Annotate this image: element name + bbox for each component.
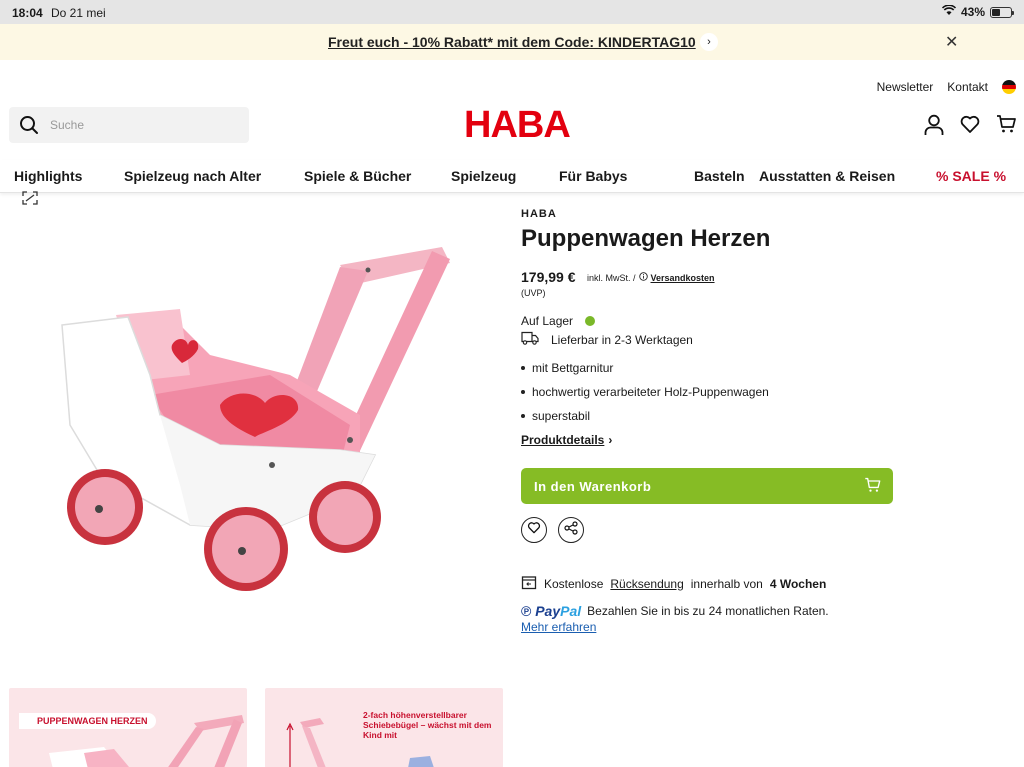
shipping-costs-link[interactable]: Versandkosten bbox=[651, 273, 715, 283]
product-price: 179,99 € bbox=[521, 269, 576, 285]
contact-link[interactable]: Kontakt bbox=[947, 80, 988, 94]
add-to-wishlist-button[interactable] bbox=[521, 517, 547, 543]
chevron-right-icon[interactable]: › bbox=[700, 33, 718, 51]
wifi-icon bbox=[941, 4, 957, 19]
account-icon[interactable] bbox=[924, 114, 944, 141]
returns-period: 4 Wochen bbox=[769, 576, 827, 591]
returns-link[interactable]: Rücksendung bbox=[610, 577, 683, 591]
gallery-thumbnail-1[interactable]: PUPPENWAGEN HERZEN bbox=[9, 688, 247, 767]
uvp-label: (UVP) bbox=[521, 288, 546, 298]
chevron-right-icon: › bbox=[608, 433, 613, 447]
header-icons bbox=[924, 114, 1016, 141]
add-to-cart-button[interactable]: In den Warenkorb bbox=[521, 468, 893, 504]
add-to-cart-label: In den Warenkorb bbox=[534, 479, 652, 494]
in-stock-dot bbox=[585, 316, 596, 326]
returns-middle: innerhalb von bbox=[690, 576, 763, 591]
status-bar: 18:04 Do 21 mei 43% bbox=[0, 0, 1024, 24]
search-input[interactable] bbox=[50, 116, 240, 134]
paypal-pal: Pal bbox=[560, 603, 582, 619]
list-item: superstabil bbox=[521, 409, 769, 433]
paypal-installments: ℗ PayPal Bezahlen Sie in bis zu 24 monat… bbox=[521, 603, 829, 619]
close-icon[interactable]: ✕ bbox=[945, 32, 958, 52]
main-navigation: Highlights Spielzeug nach Alter Spiele &… bbox=[0, 160, 1024, 193]
nav-spielzeug-nach-alter[interactable]: Spielzeug nach Alter bbox=[124, 168, 261, 184]
cart-icon bbox=[864, 477, 881, 496]
free-returns-info: Kostenlose Rücksendung innerhalb von 4 W… bbox=[521, 574, 826, 593]
product-details-label[interactable]: Produktdetails bbox=[521, 433, 604, 447]
list-item: hochwertig verarbeiteter Holz-Puppenwage… bbox=[521, 385, 769, 409]
share-icon bbox=[564, 520, 578, 540]
delivery-truck-icon bbox=[521, 331, 539, 348]
returns-prefix: Kostenlose bbox=[544, 576, 604, 591]
heart-icon bbox=[527, 521, 541, 539]
tax-text: inkl. MwSt. / bbox=[587, 272, 636, 283]
product-image[interactable] bbox=[40, 225, 480, 605]
nav-spielzeug[interactable]: Spielzeug bbox=[451, 168, 516, 184]
status-date: Do 21 mei bbox=[51, 6, 106, 20]
wishlist-heart-icon[interactable] bbox=[960, 114, 980, 141]
battery-fill bbox=[992, 8, 1000, 16]
list-item: mit Bettgarnitur bbox=[521, 361, 769, 385]
return-box-icon bbox=[521, 574, 537, 593]
share-button[interactable] bbox=[558, 517, 584, 543]
info-icon[interactable] bbox=[638, 272, 648, 283]
nav-fuer-babys[interactable]: Für Babys bbox=[559, 168, 627, 184]
nav-ausstatten-reisen[interactable]: Ausstatten & Reisen bbox=[759, 168, 895, 184]
cart-icon[interactable] bbox=[996, 114, 1016, 141]
promo-text[interactable]: Freut euch - 10% Rabatt* mit dem Code: K… bbox=[328, 34, 696, 50]
top-links: Newsletter Kontakt bbox=[877, 80, 1016, 94]
battery-percent: 43% bbox=[960, 5, 985, 19]
fullscreen-expand-icon[interactable] bbox=[22, 191, 38, 210]
tax-note: inkl. MwSt. / Versandkosten bbox=[587, 272, 715, 283]
product-brand[interactable]: HABA bbox=[521, 208, 557, 220]
stock-text: Auf Lager bbox=[521, 314, 574, 328]
paypal-p-icon: ℗ bbox=[521, 603, 532, 619]
gallery-thumbnail-2[interactable]: 2-fach höhenverstellbarer Schiebebügel –… bbox=[265, 688, 503, 767]
search-box[interactable] bbox=[9, 107, 249, 143]
nav-spiele-buecher[interactable]: Spiele & Bücher bbox=[304, 168, 411, 184]
product-details-link[interactable]: Produktdetails › bbox=[521, 433, 612, 447]
german-flag-icon[interactable] bbox=[1002, 80, 1016, 94]
product-title: Puppenwagen Herzen bbox=[521, 225, 771, 252]
nav-highlights[interactable]: Highlights bbox=[14, 168, 82, 184]
paypal-pay: Pay bbox=[535, 603, 561, 619]
paypal-learn-more-link[interactable]: Mehr erfahren bbox=[521, 620, 596, 634]
nav-basteln[interactable]: Basteln bbox=[694, 168, 745, 184]
paypal-logo: ℗ PayPal bbox=[521, 603, 581, 619]
nav-sale[interactable]: % SALE % bbox=[936, 168, 1006, 184]
newsletter-link[interactable]: Newsletter bbox=[877, 80, 934, 94]
status-right: 43% bbox=[941, 4, 1014, 19]
delivery-info: Lieferbar in 2-3 Werktagen bbox=[521, 331, 693, 348]
stock-status: Auf Lager bbox=[521, 314, 596, 328]
haba-logo[interactable]: HABA bbox=[464, 104, 571, 147]
paypal-text: Bezahlen Sie in bis zu 24 monatlichen Ra… bbox=[587, 604, 829, 618]
delivery-text: Lieferbar in 2-3 Werktagen bbox=[551, 332, 693, 347]
promo-banner: Freut euch - 10% Rabatt* mit dem Code: K… bbox=[0, 24, 1024, 60]
search-icon[interactable] bbox=[19, 115, 39, 140]
feature-list: mit Bettgarnitur hochwertig verarbeitete… bbox=[521, 361, 769, 433]
battery-icon bbox=[990, 6, 1014, 18]
status-time: 18:04 bbox=[12, 6, 43, 20]
